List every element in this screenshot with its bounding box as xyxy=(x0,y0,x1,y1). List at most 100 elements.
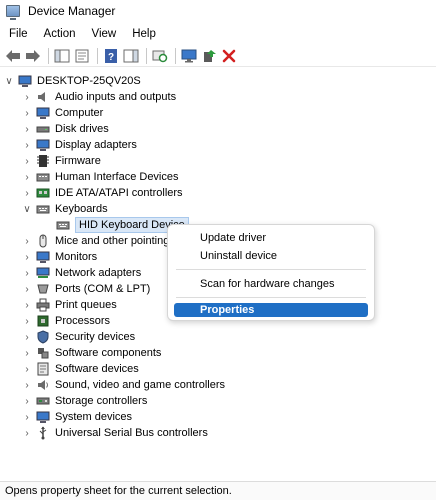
tree-item-label: Human Interface Devices xyxy=(55,171,179,183)
menu-separator xyxy=(176,297,366,298)
tree-item-storage-controllers[interactable]: › Storage controllers xyxy=(22,393,147,409)
title-bar: Device Manager xyxy=(0,0,436,22)
tree-item-label: Processors xyxy=(55,315,111,327)
chevron-right-icon[interactable]: › xyxy=(22,265,32,281)
help-icon[interactable]: ? xyxy=(102,47,120,65)
uninstall-icon[interactable] xyxy=(220,47,238,65)
tree-item-software-components[interactable]: › Software components xyxy=(22,345,161,361)
monitor-icon xyxy=(36,250,50,264)
tree-item-processors[interactable]: › Processors xyxy=(22,313,110,329)
tree-item-computer[interactable]: › Computer xyxy=(22,105,103,121)
computer-icon xyxy=(36,106,50,120)
tree-root[interactable]: ∨ DESKTOP-25QV20S xyxy=(4,73,141,89)
forward-icon[interactable] xyxy=(24,47,42,65)
chevron-right-icon[interactable]: › xyxy=(22,121,32,137)
properties-icon[interactable] xyxy=(73,47,91,65)
toolbar: ? xyxy=(0,45,436,67)
tree-item-keyboards[interactable]: ∨ Keyboards xyxy=(22,201,108,217)
tree-item-audio[interactable]: › Audio inputs and outputs xyxy=(22,89,176,105)
tree-item-security-devices[interactable]: › Security devices xyxy=(22,329,135,345)
speaker-icon xyxy=(36,90,50,104)
action-pane-icon[interactable] xyxy=(122,47,140,65)
chevron-right-icon[interactable]: › xyxy=(22,297,32,313)
tree-item-label: Universal Serial Bus controllers xyxy=(55,427,208,439)
chevron-right-icon[interactable]: › xyxy=(22,313,32,329)
chevron-right-icon[interactable]: › xyxy=(22,425,32,441)
tree-item-label: Display adapters xyxy=(55,139,137,151)
chevron-right-icon[interactable]: › xyxy=(22,361,32,377)
security-device-icon xyxy=(36,330,50,344)
tree-item-label: Keyboards xyxy=(55,203,108,215)
tree-item-label: Software components xyxy=(55,347,162,359)
chevron-right-icon[interactable]: › xyxy=(22,249,32,265)
device-manager-app-icon xyxy=(6,5,20,20)
chevron-right-icon[interactable]: › xyxy=(22,345,32,361)
chevron-right-icon[interactable]: › xyxy=(22,233,32,249)
menu-help[interactable]: Help xyxy=(124,28,164,40)
tree-item-network-adapters[interactable]: › Network adapters xyxy=(22,265,141,281)
tree-item-ide[interactable]: › IDE ATA/ATAPI controllers xyxy=(22,185,183,201)
menu-item-scan-hardware-changes[interactable]: Scan for hardware changes xyxy=(174,275,368,293)
tree-item-label: Computer xyxy=(55,107,104,119)
show-hide-console-tree-icon[interactable] xyxy=(53,47,71,65)
menu-view[interactable]: View xyxy=(84,28,125,40)
chevron-right-icon[interactable]: › xyxy=(22,153,32,169)
chevron-right-icon[interactable]: › xyxy=(22,89,32,105)
status-bar: Opens property sheet for the current sel… xyxy=(0,481,436,500)
monitor-icon[interactable] xyxy=(180,47,198,65)
back-icon[interactable] xyxy=(4,47,22,65)
chevron-down-icon[interactable]: ∨ xyxy=(4,73,14,89)
network-adapter-icon xyxy=(36,266,50,280)
context-menu: Update driver Uninstall device Scan for … xyxy=(167,224,375,321)
keyboard-icon xyxy=(56,218,70,232)
usb-icon xyxy=(36,426,50,440)
chevron-right-icon[interactable]: › xyxy=(22,377,32,393)
menu-action[interactable]: Action xyxy=(36,28,84,40)
tree-item-label: Software devices xyxy=(55,363,139,375)
tree-item-label: Storage controllers xyxy=(55,395,148,407)
chevron-right-icon[interactable]: › xyxy=(22,281,32,297)
tree-root-label: DESKTOP-25QV20S xyxy=(37,75,141,87)
tree-item-sound-video[interactable]: › Sound, video and game controllers xyxy=(22,377,225,393)
chevron-right-icon[interactable]: › xyxy=(22,105,32,121)
ide-controller-icon xyxy=(36,186,50,200)
tree-item-label: Network adapters xyxy=(55,267,142,279)
mouse-icon xyxy=(36,234,50,248)
chevron-down-icon[interactable]: ∨ xyxy=(22,201,32,217)
menu-item-properties[interactable]: Properties xyxy=(174,303,368,317)
tree-item-label: Monitors xyxy=(55,251,98,263)
chevron-right-icon[interactable]: › xyxy=(22,137,32,153)
tree-item-firmware[interactable]: › Firmware xyxy=(22,153,101,169)
tree-item-system-devices[interactable]: › System devices xyxy=(22,409,132,425)
tree-item-hid[interactable]: › Human Interface Devices xyxy=(22,169,179,185)
menu-file[interactable]: File xyxy=(0,28,36,40)
disk-drive-icon xyxy=(36,122,50,136)
scan-hardware-icon[interactable] xyxy=(151,47,169,65)
update-driver-icon[interactable] xyxy=(200,47,218,65)
tree-item-label: Print queues xyxy=(55,299,117,311)
tree-item-monitors[interactable]: › Monitors xyxy=(22,249,97,265)
chevron-right-icon[interactable]: › xyxy=(22,409,32,425)
tree-item-software-devices[interactable]: › Software devices xyxy=(22,361,139,377)
toolbar-separator xyxy=(175,47,176,64)
keyboard-icon xyxy=(36,202,50,216)
storage-controller-icon xyxy=(36,394,50,408)
chevron-right-icon[interactable]: › xyxy=(22,185,32,201)
chevron-right-icon[interactable]: › xyxy=(22,169,32,185)
sound-controller-icon xyxy=(36,378,50,392)
tree-item-usb-controllers[interactable]: › Universal Serial Bus controllers xyxy=(22,425,208,441)
window-title: Device Manager xyxy=(28,4,116,18)
display-adapter-icon xyxy=(36,138,50,152)
tree-item-ports[interactable]: › Ports (COM & LPT) xyxy=(22,281,150,297)
chevron-right-icon[interactable]: › xyxy=(22,393,32,409)
firmware-icon xyxy=(36,154,50,168)
tree-item-label: IDE ATA/ATAPI controllers xyxy=(55,187,183,199)
tree-item-print-queues[interactable]: › Print queues xyxy=(22,297,117,313)
svg-text:?: ? xyxy=(108,52,114,63)
tree-item-label: Firmware xyxy=(55,155,101,167)
tree-item-display-adapters[interactable]: › Display adapters xyxy=(22,137,137,153)
menu-item-update-driver[interactable]: Update driver xyxy=(174,229,368,247)
tree-item-disk-drives[interactable]: › Disk drives xyxy=(22,121,108,137)
menu-item-uninstall-device[interactable]: Uninstall device xyxy=(174,247,368,265)
chevron-right-icon[interactable]: › xyxy=(22,329,32,345)
